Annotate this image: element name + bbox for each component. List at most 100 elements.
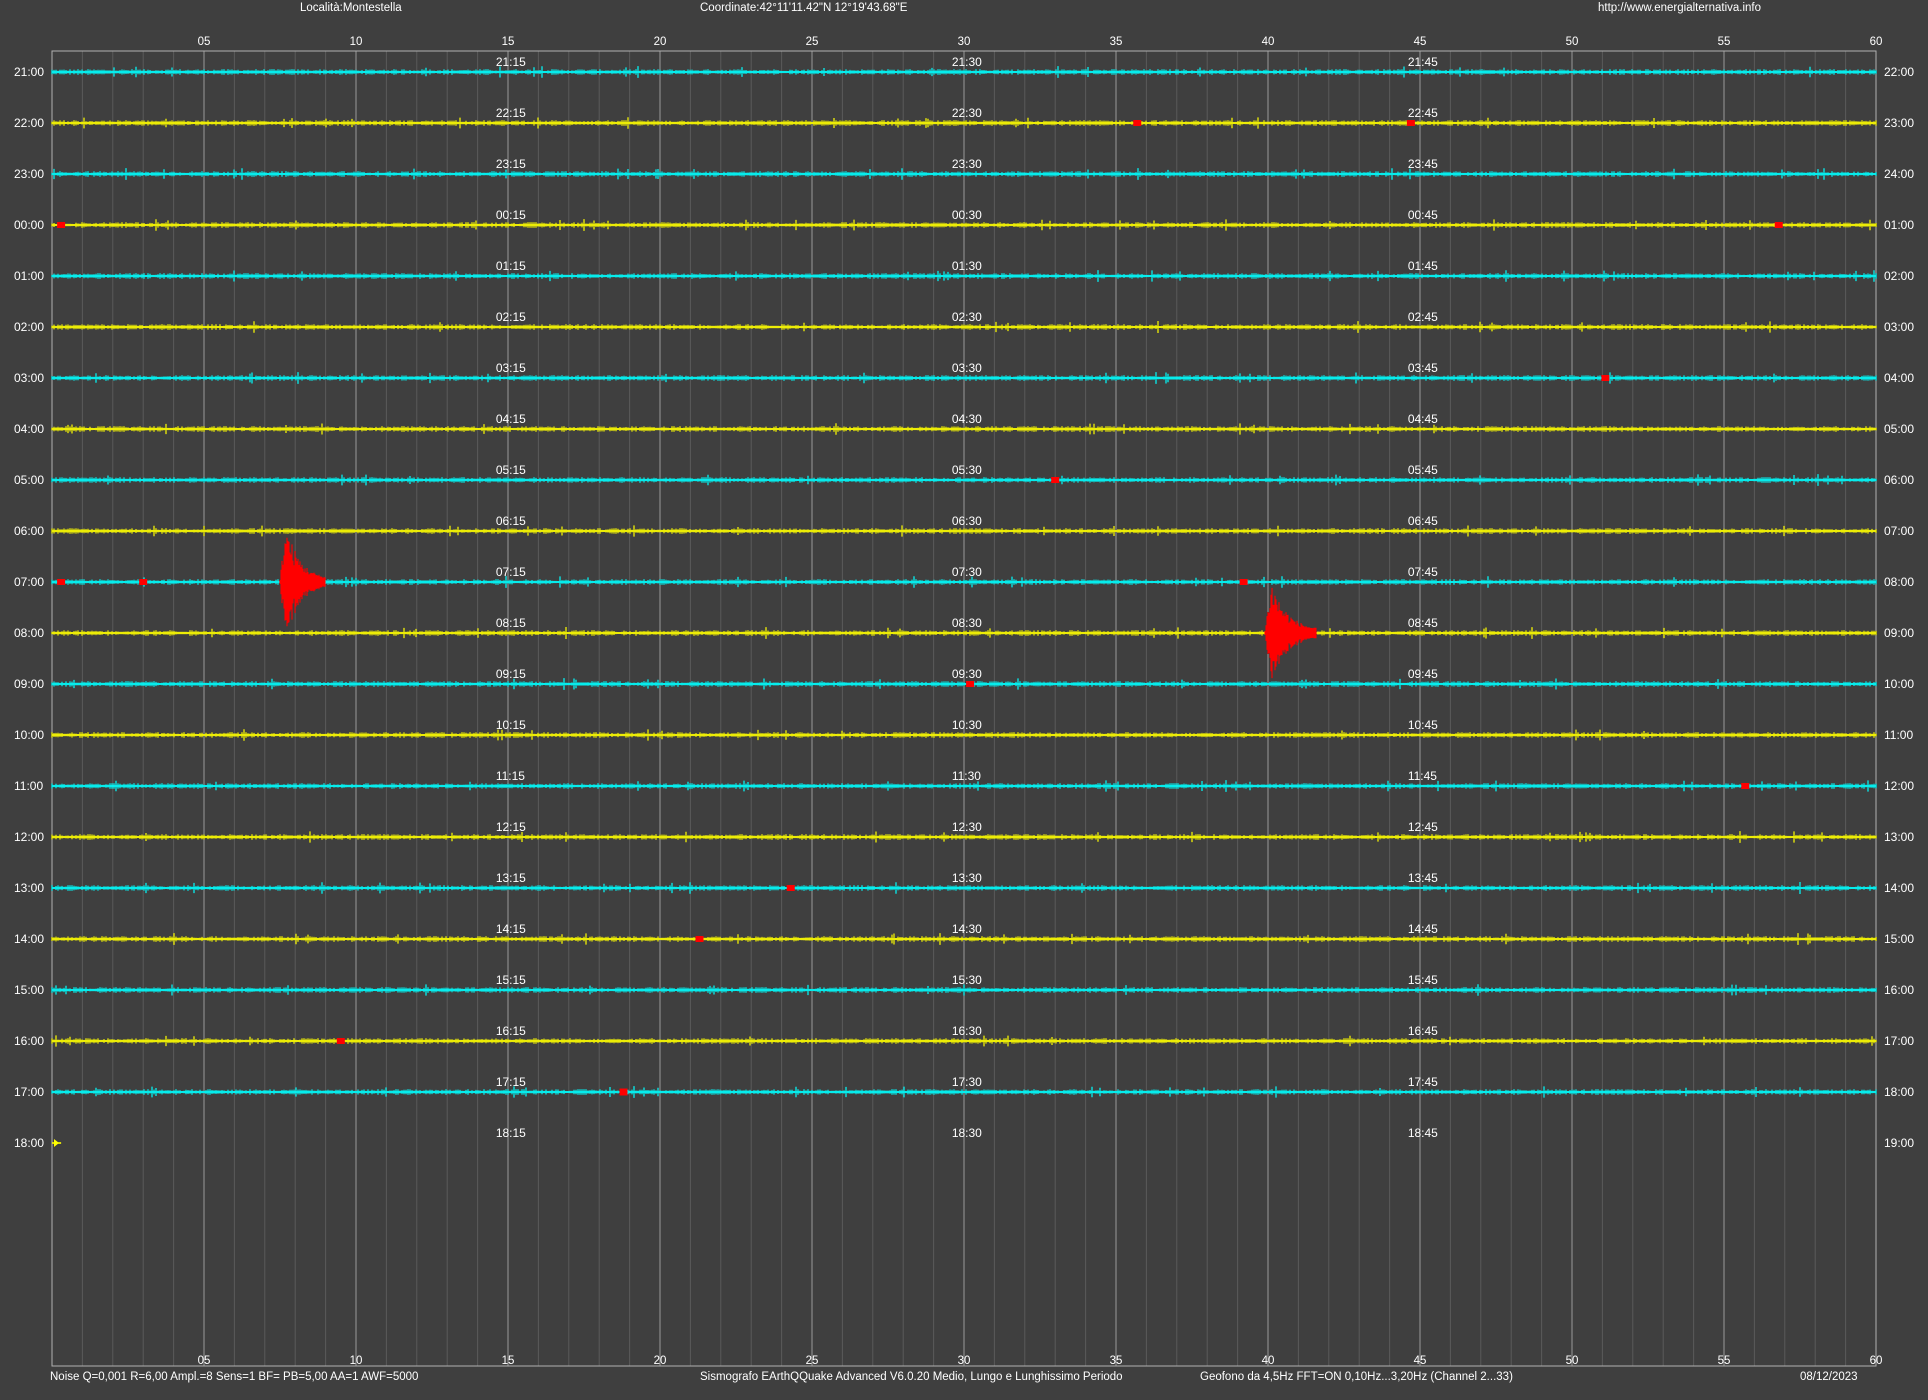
row-hour-right: 13:00 xyxy=(1884,830,1914,844)
event-marker xyxy=(57,222,66,228)
row-quarter-30: 23:30 xyxy=(952,157,982,171)
row-quarter-15: 08:15 xyxy=(496,616,526,630)
event-marker xyxy=(1051,477,1060,483)
row-hour-right: 18:00 xyxy=(1884,1085,1914,1099)
row-hour-left: 05:00 xyxy=(14,473,44,487)
row-quarter-30: 01:30 xyxy=(952,259,982,273)
row-hour-left: 14:00 xyxy=(14,932,44,946)
row-quarter-15: 04:15 xyxy=(496,412,526,426)
x-tick-label-bottom: 05 xyxy=(198,1355,211,1367)
event-marker xyxy=(695,936,704,942)
row-quarter-30: 18:30 xyxy=(952,1126,982,1140)
event-marker xyxy=(1133,120,1142,126)
row-hour-right: 03:00 xyxy=(1884,320,1914,334)
event-marker xyxy=(139,579,148,585)
row-quarter-15: 00:15 xyxy=(496,208,526,222)
row-hour-right: 17:00 xyxy=(1884,1034,1914,1048)
row-hour-left: 00:00 xyxy=(14,218,44,232)
row-quarter-45: 10:45 xyxy=(1408,718,1438,732)
row-quarter-15: 23:15 xyxy=(496,157,526,171)
row-hour-right: 04:00 xyxy=(1884,371,1914,385)
row-quarter-15: 22:15 xyxy=(496,106,526,120)
seismogram-chart: 05 05 10 10 15 15 20 20 25 25 30 30 35 35 40 40 45 45 50 50… xyxy=(0,0,1928,1400)
row-hour-left: 01:00 xyxy=(14,269,44,283)
x-tick-label-bottom: 50 xyxy=(1566,1355,1579,1367)
row-quarter-30: 05:30 xyxy=(952,463,982,477)
row-quarter-30: 14:30 xyxy=(952,922,982,936)
row-quarter-45: 02:45 xyxy=(1408,310,1438,324)
row-quarter-30: 13:30 xyxy=(952,871,982,885)
sensor-info: Geofono da 4,5Hz FFT=ON 0,10Hz...3,20Hz … xyxy=(1200,1371,1513,1383)
event-marker xyxy=(1406,120,1415,126)
x-tick-label-top: 05 xyxy=(198,36,211,48)
x-tick-label-top: 55 xyxy=(1718,36,1731,48)
row-quarter-30: 04:30 xyxy=(952,412,982,426)
row-hour-left: 23:00 xyxy=(14,167,44,181)
x-tick-label-top: 40 xyxy=(1262,36,1275,48)
row-hour-right: 24:00 xyxy=(1884,167,1914,181)
row-quarter-45: 12:45 xyxy=(1408,820,1438,834)
row-quarter-45: 15:45 xyxy=(1408,973,1438,987)
row-hour-right: 07:00 xyxy=(1884,524,1914,538)
row-quarter-45: 22:45 xyxy=(1408,106,1438,120)
x-tick-label-top: 45 xyxy=(1414,36,1427,48)
row-hour-right: 14:00 xyxy=(1884,881,1914,895)
row-quarter-15: 03:15 xyxy=(496,361,526,375)
row-hour-right: 10:00 xyxy=(1884,677,1914,691)
row-hour-left: 08:00 xyxy=(14,626,44,640)
row-quarter-15: 21:15 xyxy=(496,55,526,69)
row-quarter-15: 13:15 xyxy=(496,871,526,885)
row-hour-left: 04:00 xyxy=(14,422,44,436)
x-tick-label-top: 50 xyxy=(1566,36,1579,48)
row-hour-left: 16:00 xyxy=(14,1034,44,1048)
row-quarter-45: 17:45 xyxy=(1408,1075,1438,1089)
x-tick-label-top: 30 xyxy=(958,36,971,48)
x-tick-label-top: 15 xyxy=(502,36,515,48)
row-quarter-45: 09:45 xyxy=(1408,667,1438,681)
row-hour-right: 06:00 xyxy=(1884,473,1914,487)
event-marker xyxy=(57,579,66,585)
row-quarter-45: 23:45 xyxy=(1408,157,1438,171)
row-quarter-15: 06:15 xyxy=(496,514,526,528)
x-tick-label-top: 60 xyxy=(1870,36,1883,48)
x-tick-label-top: 35 xyxy=(1110,36,1123,48)
row-quarter-30: 17:30 xyxy=(952,1075,982,1089)
row-quarter-45: 00:45 xyxy=(1408,208,1438,222)
grid xyxy=(51,50,1877,1367)
event-marker xyxy=(966,681,975,687)
row-hour-left: 15:00 xyxy=(14,983,44,997)
row-quarter-45: 05:45 xyxy=(1408,463,1438,477)
row-hour-left: 18:00 xyxy=(14,1136,44,1150)
row-quarter-15: 18:15 xyxy=(496,1126,526,1140)
row-quarter-45: 01:45 xyxy=(1408,259,1438,273)
row-hour-right: 23:00 xyxy=(1884,116,1914,130)
row-hour-left: 02:00 xyxy=(14,320,44,334)
row-quarter-15: 10:15 xyxy=(496,718,526,732)
row-quarter-45: 08:45 xyxy=(1408,616,1438,630)
x-tick-label-top: 20 xyxy=(654,36,667,48)
row-hour-left: 13:00 xyxy=(14,881,44,895)
x-tick-label-bottom: 55 xyxy=(1718,1355,1731,1367)
row-quarter-15: 07:15 xyxy=(496,565,526,579)
row-quarter-15: 14:15 xyxy=(496,922,526,936)
row-quarter-30: 16:30 xyxy=(952,1024,982,1038)
event-marker xyxy=(1601,375,1610,381)
x-tick-label-bottom: 20 xyxy=(654,1355,667,1367)
row-quarter-45: 03:45 xyxy=(1408,361,1438,375)
website-link[interactable]: http://www.energialternativa.info xyxy=(1598,2,1761,14)
row-hour-right: 19:00 xyxy=(1884,1136,1914,1150)
row-quarter-45: 13:45 xyxy=(1408,871,1438,885)
x-tick-label-bottom: 25 xyxy=(806,1355,819,1367)
software-info: Sismografo EArthQQuake Advanced V6.0.20 … xyxy=(700,1371,1123,1383)
row-hour-left: 06:00 xyxy=(14,524,44,538)
event-marker xyxy=(786,885,795,891)
event-marker xyxy=(1774,222,1783,228)
row-quarter-30: 00:30 xyxy=(952,208,982,222)
row-quarter-15: 12:15 xyxy=(496,820,526,834)
row-quarter-30: 09:30 xyxy=(952,667,982,681)
row-hour-right: 09:00 xyxy=(1884,626,1914,640)
row-quarter-45: 21:45 xyxy=(1408,55,1438,69)
row-hour-right: 22:00 xyxy=(1884,65,1914,79)
row-quarter-30: 07:30 xyxy=(952,565,982,579)
row-hour-left: 03:00 xyxy=(14,371,44,385)
